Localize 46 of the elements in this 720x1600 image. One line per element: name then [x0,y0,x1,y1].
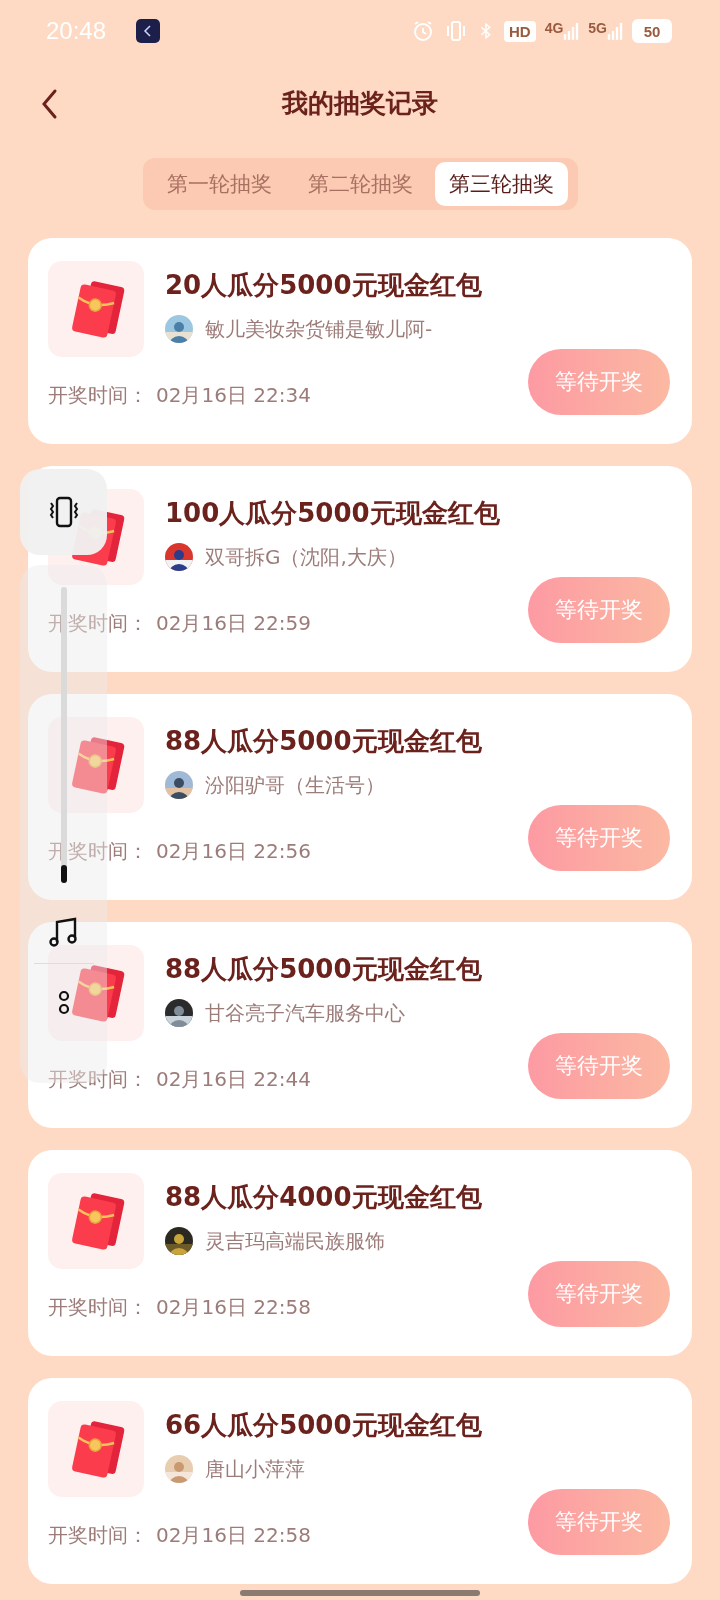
host-name: 甘谷亮子汽车服务中心 [205,999,405,1027]
round-tab[interactable]: 第一轮抽奖 [152,162,286,206]
host-name: 双哥拆G（沈阳,大庆） [205,543,407,571]
waiting-draw-button[interactable]: 等待开奖 [528,349,670,415]
waiting-draw-button[interactable]: 等待开奖 [528,577,670,643]
draw-time: 02月16日 22:58 [156,1294,311,1321]
round-tab[interactable]: 第三轮抽奖 [434,162,568,206]
draw-time: 02月16日 22:34 [156,382,311,409]
network-label: 4G [544,20,564,36]
record-title: 88人瓜分5000元现金红包 [165,952,483,986]
record-title: 66人瓜分5000元现金红包 [165,1408,483,1442]
record-title: 20人瓜分5000元现金红包 [165,268,483,302]
draw-time-label: 开奖时间： [48,1294,148,1321]
host-name: 敏儿美妆杂货铺是敏儿阿- [205,315,433,343]
page-title: 我的抽奖记录 [282,86,438,120]
waiting-draw-button[interactable]: 等待开奖 [528,1261,670,1327]
battery-level: 50 [643,22,661,40]
record-title: 88人瓜分5000元现金红包 [165,724,483,758]
envelope-icon [48,1173,144,1269]
vibrate-toggle[interactable] [20,469,107,555]
clock-time: 20:48 [46,17,107,45]
host-name: 灵吉玛高端民族服饰 [205,1227,385,1255]
waiting-draw-button[interactable]: 等待开奖 [528,805,670,871]
draw-time-label: 开奖时间： [48,1066,148,1093]
waiting-draw-button[interactable]: 等待开奖 [528,1033,670,1099]
envelope-icon [48,717,144,813]
envelope-icon [48,1401,144,1497]
draw-time: 02月16日 22:59 [156,610,311,637]
envelope-icon [48,261,144,357]
draw-time: 02月16日 22:58 [156,1522,311,1549]
envelope-icon [48,945,144,1041]
draw-time-label: 开奖时间： [48,1522,148,1549]
round-tab[interactable]: 第二轮抽奖 [293,162,427,206]
app-icon [136,19,161,43]
network-label: 5G [588,20,607,36]
waiting-draw-button[interactable]: 等待开奖 [528,1489,670,1555]
record-title: 100人瓜分5000元现金红包 [165,496,501,530]
draw-time-label: 开奖时间： [48,382,148,409]
draw-time: 02月16日 22:44 [156,1066,311,1093]
host-name: 汾阳驴哥（生活号） [205,771,385,799]
host-name: 唐山小萍萍 [205,1455,305,1483]
record-title: 88人瓜分4000元现金红包 [165,1180,483,1214]
hd-badge: HD [503,20,536,42]
signal-icon [563,20,580,42]
signal-icon [607,20,623,42]
draw-time: 02月16日 22:56 [156,838,311,865]
